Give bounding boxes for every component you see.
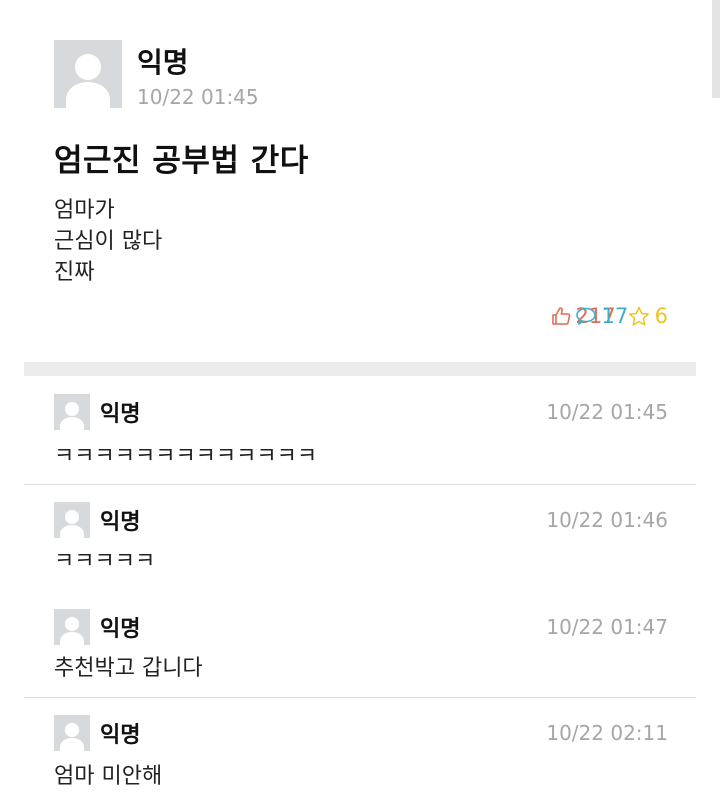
comment-count: 17 [601, 304, 629, 328]
post: 익명 10/22 01:45 엄근진 공부법 간다 엄마가 근심이 많다 진짜 … [0, 0, 720, 360]
comment-timestamp: 10/22 01:46 [546, 508, 668, 532]
post-stats: 217 17 6 [539, 304, 668, 328]
comment-author: 익명 [100, 510, 141, 535]
comment-avatar[interactable] [54, 609, 90, 645]
comment-item: 익명 10/22 01:47 추천박고 갑니다 [24, 592, 696, 698]
comment-avatar[interactable] [54, 502, 90, 538]
section-divider [24, 362, 696, 376]
comment-count-button[interactable]: 17 [575, 304, 720, 328]
comment-text: 엄마 미안해 [54, 764, 163, 789]
comment-timestamp: 10/22 02:11 [546, 721, 668, 745]
post-body-line: 엄마가 [54, 198, 115, 223]
comment-item: 익명 10/22 02:11 엄마 미안해 [24, 698, 696, 802]
thumbs-up-icon [551, 307, 570, 325]
post-author: 익명 [137, 46, 189, 79]
post-body-line: 근심이 많다 [54, 229, 163, 254]
speech-bubble-icon [575, 307, 596, 325]
avatar-body [60, 632, 84, 645]
avatar-body [60, 417, 84, 430]
post-timestamp: 10/22 01:45 [137, 85, 259, 109]
avatar-body [60, 738, 84, 751]
avatar[interactable] [54, 40, 122, 108]
comment-item: 익명 10/22 01:45 ㅋㅋㅋㅋㅋㅋㅋㅋㅋㅋㅋㅋㅋ [24, 376, 696, 485]
comment-item: 익명 10/22 01:46 ㅋㅋㅋㅋㅋ [24, 485, 696, 592]
avatar-head [65, 723, 79, 737]
avatar-head [65, 402, 79, 416]
comment-avatar[interactable] [54, 715, 90, 751]
comment-text: 추천박고 갑니다 [54, 656, 203, 681]
avatar-body [66, 82, 110, 108]
comment-author: 익명 [100, 617, 141, 642]
comment-timestamp: 10/22 01:47 [546, 615, 668, 639]
comment-timestamp: 10/22 01:45 [546, 400, 668, 424]
avatar-head [65, 617, 79, 631]
avatar-head [65, 510, 79, 524]
comment-author: 익명 [100, 402, 141, 427]
post-body-line: 진짜 [54, 260, 95, 285]
comment-text: ㅋㅋㅋㅋㅋㅋㅋㅋㅋㅋㅋㅋㅋ [54, 444, 318, 469]
avatar-body [60, 525, 84, 538]
comment-avatar[interactable] [54, 394, 90, 430]
avatar-head [75, 54, 101, 80]
post-body: 엄마가 근심이 많다 진짜 [54, 195, 162, 288]
comment-text: ㅋㅋㅋㅋㅋ [54, 549, 156, 574]
post-title: 엄근진 공부법 간다 [54, 143, 309, 179]
comment-author: 익명 [100, 723, 141, 748]
